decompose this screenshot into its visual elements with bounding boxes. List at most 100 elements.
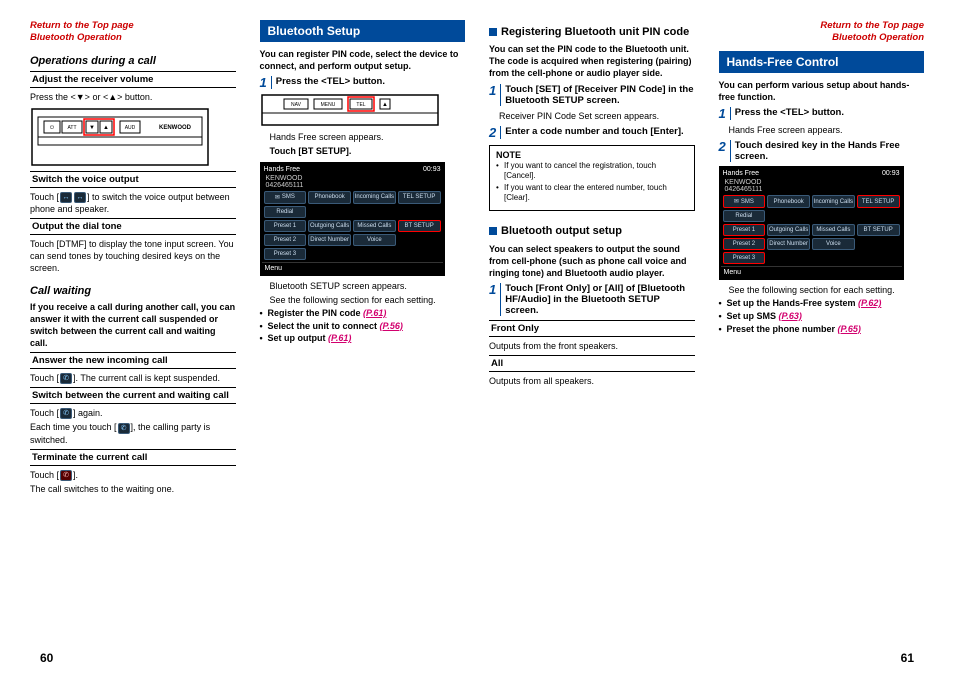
note-1: If you want to cancel the registration, … — [496, 161, 688, 182]
phonebook-button-2[interactable]: Phonebook — [767, 195, 810, 208]
column-2: Bluetooth Setup You can register PIN cod… — [260, 20, 466, 630]
terminate-head: Terminate the current call — [30, 449, 236, 466]
btsetup-button-hl[interactable]: BT SETUP — [398, 220, 441, 232]
blue-square-icon — [489, 28, 497, 36]
preset2-button-hl[interactable]: Preset 2 — [723, 238, 766, 250]
redial-button[interactable]: Redial — [264, 206, 307, 218]
outgoing-button[interactable]: Outgoing Calls — [308, 220, 351, 232]
missed-button-2[interactable]: Missed Calls — [812, 224, 855, 236]
preset3-button-hl[interactable]: Preset 3 — [723, 252, 766, 264]
pin-step-2: 2 Enter a code number and touch [Enter]. — [489, 126, 695, 139]
pin-step-1: 1 Touch [SET] of [Receiver PIN Code] in … — [489, 84, 695, 106]
outgoing-button-2[interactable]: Outgoing Calls — [767, 224, 810, 236]
bt-output-heading: Bluetooth output setup — [489, 225, 695, 238]
phonebook-button[interactable]: Phonebook — [308, 191, 351, 204]
bt-output-body: You can select speakers to output the so… — [489, 243, 695, 279]
section-link[interactable]: Bluetooth Operation — [30, 32, 236, 44]
column-3: Registering Bluetooth unit PIN code You … — [489, 20, 695, 630]
switch-body-2: Each time you touch [✆], the calling par… — [30, 421, 236, 445]
link-p63[interactable]: (P.63) — [779, 311, 802, 321]
sms-button[interactable]: ✉SMS — [264, 191, 307, 204]
front-only-head: Front Only — [489, 320, 695, 337]
bullet-preset-phone: Preset the phone number (P.65) — [719, 324, 925, 336]
output-dial-body: Touch [DTMF] to display the tone input s… — [30, 238, 236, 274]
redial-button-2[interactable]: Redial — [723, 210, 766, 222]
svg-text:KENWOOD: KENWOOD — [159, 125, 192, 131]
answer-new-body: Touch [✆]. The current call is kept susp… — [30, 372, 236, 384]
link-p56[interactable]: (P.56) — [380, 321, 403, 331]
telsetup-button-hl[interactable]: TEL SETUP — [857, 195, 900, 208]
answer-icon: ✆ — [60, 373, 72, 384]
return-link[interactable]: Return to the Top page — [30, 20, 236, 32]
handsfree-screen-1: Hands Free00:93 KENWOOD0426465111 ✉SMS P… — [260, 162, 445, 276]
register-pin-heading: Registering Bluetooth unit PIN code — [489, 26, 695, 39]
svg-text:ATT: ATT — [67, 125, 76, 131]
preset2-button[interactable]: Preset 2 — [264, 234, 307, 246]
see-following-4: See the following section for each setti… — [729, 284, 925, 296]
bt-step-1: 1 Press the <TEL> button. — [260, 76, 466, 89]
pin-step1-sub: Receiver PIN Code Set screen appears. — [499, 110, 695, 122]
preset1-button[interactable]: Preset 1 — [264, 220, 307, 232]
menu-bar[interactable]: Menu — [262, 262, 443, 274]
switch-between-head: Switch between the current and waiting c… — [30, 387, 236, 404]
blue-square-icon-2 — [489, 227, 497, 235]
bt-setup-intro: You can register PIN code, select the de… — [260, 48, 466, 72]
switch-body-1: Touch [✆] again. — [30, 407, 236, 419]
link-p65[interactable]: (P.65) — [838, 324, 861, 334]
missed-button[interactable]: Missed Calls — [353, 220, 396, 232]
voice-switch-icon-1: ↔ — [60, 192, 72, 203]
bullet-register-pin: Register the PIN code (P.61) — [260, 308, 466, 320]
link-p62[interactable]: (P.62) — [858, 298, 881, 308]
terminate-body-2: The call switches to the waiting one. — [30, 483, 236, 495]
svg-text:▼: ▼ — [89, 125, 95, 131]
hangup-icon: ✆ — [60, 470, 72, 481]
hf-step-2: 2 Touch desired key in the Hands Free sc… — [719, 140, 925, 162]
see-following-2: See the following section for each setti… — [270, 294, 466, 306]
svg-text:▲: ▲ — [103, 125, 109, 131]
note-box: NOTE If you want to cancel the registrat… — [489, 145, 695, 212]
menu-bar-2[interactable]: Menu — [721, 266, 902, 278]
switch-voice-head: Switch the voice output — [30, 171, 236, 188]
page-number-right: 61 — [901, 651, 914, 665]
link-p61-b[interactable]: (P.61) — [328, 333, 351, 343]
svg-text:AUD: AUD — [125, 125, 136, 131]
voice-button-2[interactable]: Voice — [812, 238, 855, 250]
preset1-button-hl[interactable]: Preset 1 — [723, 224, 766, 236]
call-waiting-heading: Call waiting — [30, 285, 236, 297]
svg-text:TEL: TEL — [356, 102, 365, 108]
handsfree-control-heading: Hands-Free Control — [719, 51, 925, 73]
switch-voice-body: Touch [↔↔] to switch the voice output be… — [30, 191, 236, 215]
btsetup-button-2[interactable]: BT SETUP — [857, 224, 900, 236]
all-head: All — [489, 355, 695, 372]
preset3-button[interactable]: Preset 3 — [264, 248, 307, 260]
svg-text:NAV: NAV — [291, 102, 302, 108]
register-pin-body: You can set the PIN code to the Bluetoot… — [489, 43, 695, 79]
voice-button[interactable]: Voice — [353, 234, 396, 246]
svg-text:▲: ▲ — [382, 102, 388, 108]
direct-button[interactable]: Direct Number — [308, 234, 351, 246]
svg-text:MENU: MENU — [320, 102, 335, 108]
sms-button-hl[interactable]: ✉SMS — [723, 195, 766, 208]
setup-appears: Bluetooth SETUP screen appears. — [270, 280, 466, 292]
section-link-r[interactable]: Bluetooth Operation — [719, 32, 925, 44]
hf-step-1: 1 Press the <TEL> button. — [719, 107, 925, 120]
incoming-button-2[interactable]: Incoming Calls — [812, 195, 855, 208]
hf-screen-appears: Hands Free screen appears. — [270, 131, 466, 143]
incoming-button[interactable]: Incoming Calls — [353, 191, 396, 204]
ops-during-call-heading: Operations during a call — [30, 55, 236, 67]
all-body: Outputs from all speakers. — [489, 375, 695, 387]
hf-intro: You can perform various setup about hand… — [719, 79, 925, 103]
svg-text:⏻: ⏻ — [50, 125, 54, 131]
output-dial-head: Output the dial tone — [30, 218, 236, 235]
hf-step1-sub: Hands Free screen appears. — [729, 124, 925, 136]
voice-switch-icon-2: ↔ — [74, 192, 86, 203]
return-link-r[interactable]: Return to the Top page — [719, 20, 925, 32]
telsetup-button[interactable]: TEL SETUP — [398, 191, 441, 204]
direct-button-2[interactable]: Direct Number — [767, 238, 810, 250]
terminate-body: Touch [✆]. — [30, 469, 236, 481]
link-p61-a[interactable]: (P.61) — [363, 308, 386, 318]
front-only-body: Outputs from the front speakers. — [489, 340, 695, 352]
page-number-left: 60 — [40, 651, 53, 665]
bullet-sms: Set up SMS (P.63) — [719, 311, 925, 323]
top-links-left: Return to the Top page Bluetooth Operati… — [30, 20, 236, 45]
